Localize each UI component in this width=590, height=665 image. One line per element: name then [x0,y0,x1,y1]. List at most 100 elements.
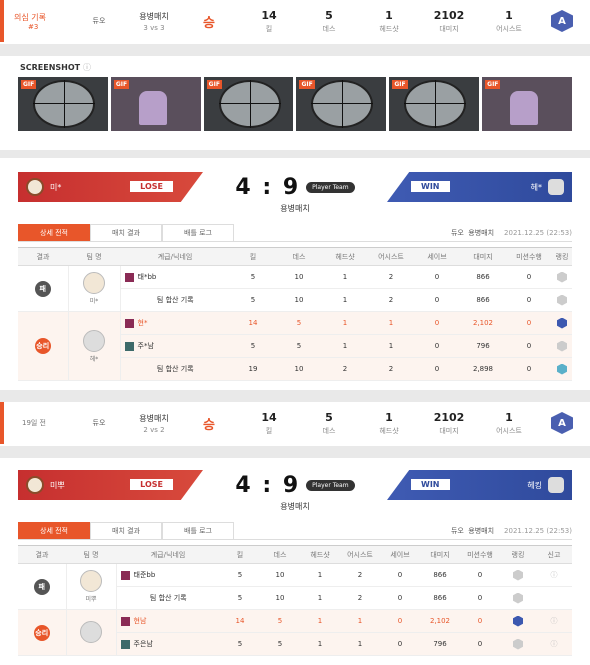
screenshot-thumb[interactable]: GIF [296,77,387,131]
player-name[interactable]: 현남 [134,617,147,625]
report-icon[interactable]: ⓘ [536,563,572,587]
rank-hex-icon [557,363,567,375]
player-name[interactable]: 주은남 [134,640,153,648]
summary-match: 용병매치 [139,11,169,21]
player-team-badge: Player Team [306,479,355,491]
table-row: 승리 헤* 현* 14 5 1 1 0 2,102 0 [18,311,572,381]
screenshot-section: SCREENSHOT ⓘ GIF GIF GIF GIF GIF GIF [0,56,590,150]
summary-time: 19일 전 [21,419,46,427]
tab-battle-log[interactable]: 배틀 로그 [162,522,234,539]
match-score: 4 : 9 [235,174,301,200]
info-icon: ⓘ [82,63,91,72]
match-table: 결과 팀 명 계급/닉네임 킬 데스 헤드샷 어시스트 세이브 대미지 미션수행 랭킹 신고 패 미뿌… [18,545,572,656]
summary-assist-label: 어시스트 [496,24,522,33]
team-left-name: 미* [50,183,62,192]
tab-battle-log[interactable]: 배틀 로그 [162,224,234,241]
summary-death: 5 [325,8,333,22]
rank-icon [124,272,134,282]
team-right-banner: WIN 헤* [387,172,572,202]
team-emblem-icon [548,179,564,195]
team-right-banner: WIN 헤킹 [387,470,572,500]
team-right-name: 헤킹 [527,481,542,490]
summary-damage: 2102 [433,410,465,424]
summary-result: 승 [203,15,215,31]
player-name[interactable]: 태*bb [138,273,157,281]
team-emblem-icon [26,178,44,196]
screenshot-thumb[interactable]: GIF [203,77,294,131]
table-header: 결과 팀 명 계급/닉네임 킬 데스 헤드샷 어시스트 세이브 대미지 미션수행 랭킹 [18,247,572,266]
tab-match-result[interactable]: 매치 결과 [90,522,162,539]
match-detail-2: 미뿌 LOSE 4 : 9 Player Team WIN 헤킹 용병매치 상세 전적… [0,458,590,665]
summary-match: 용병매치 [139,413,169,423]
match-meta: 듀오 용병매치 2021.12.25 (22:53) [450,229,572,237]
rank-badge: A [551,10,573,32]
gif-badge: GIF [299,80,315,89]
win-tag: WIN [411,479,450,490]
screenshot-label: SCREENSHOT [20,63,81,72]
summary-assist-label: 어시스트 [496,426,522,435]
tab-detail[interactable]: 상세 전적 [18,224,90,241]
summary-damage-label: 대미지 [439,426,459,435]
player-name[interactable]: 태준bb [134,571,156,579]
team-right-name: 헤* [530,183,542,192]
lose-badge: 패 [33,578,50,595]
rank-icon [120,616,130,626]
table-row: 패 미뿌 태준bb 5 10 1 2 0 866 0 ⓘ [18,563,572,610]
rank-icon [120,570,130,580]
gif-badge: GIF [485,80,501,89]
summary-damage-label: 대미지 [439,24,459,33]
summary-headshot: 1 [385,8,393,22]
rank-hex-icon [557,294,567,306]
summary-death-label: 데스 [322,426,336,435]
team-emblem-icon [80,570,102,592]
summary-vs: 3 vs 3 [143,23,165,32]
rank-badge: A [551,412,573,434]
screenshot-thumb[interactable]: GIF [389,77,480,131]
team-emblem-icon [548,477,564,493]
team-emblem-icon [83,272,105,294]
summary-vs: 2 vs 2 [143,425,165,434]
report-icon[interactable]: ⓘ [536,609,572,633]
summary-headshot: 1 [385,410,393,424]
tab-match-result[interactable]: 매치 결과 [90,224,162,241]
gif-badge: GIF [21,80,37,89]
summary-sub: #3 [28,22,39,31]
report-icon[interactable]: ⓘ [536,632,572,656]
summary-mode: 듀오 [92,419,106,427]
team-left-banner: 미* LOSE [18,172,203,202]
match-summary-top[interactable]: 의심 기록 #3 듀오 용병매치 3 vs 3 승 14 킬 5 데스 1 헤드샷 210… [0,0,590,44]
rank-hex-icon [513,615,523,627]
match-mode: 용병매치 [280,502,310,511]
player-name[interactable]: 주*남 [138,342,154,350]
win-badge: 승리 [34,338,51,354]
rank-hex-icon [513,592,523,604]
summary-damage: 2102 [433,8,465,22]
summary-headshot-label: 헤드샷 [379,426,399,435]
summary-mode: 듀오 [92,17,106,25]
summary-assist: 1 [505,8,513,22]
player-team-badge: Player Team [306,181,355,193]
summary-death-label: 데스 [322,24,336,33]
team-left-name: 미뿌 [50,481,65,490]
screenshot-thumb[interactable]: GIF [482,77,572,131]
screenshot-thumb[interactable]: GIF [18,77,108,131]
summary-kill: 14 [261,410,277,424]
rank-icon [124,341,134,351]
summary-title: 의심 기록 [14,12,46,22]
match-meta: 듀오 용병매치 2021.12.25 (22:53) [450,527,572,535]
summary-headshot-label: 헤드샷 [379,24,399,33]
screenshot-thumb[interactable]: GIF [110,77,201,131]
rank-icon [120,639,130,649]
table-row: 승리 현남 14 5 1 1 0 2,102 0 ⓘ [18,609,572,656]
rank-icon [124,318,134,328]
summary-death: 5 [325,410,333,424]
lose-tag: LOSE [130,181,173,192]
gif-badge: GIF [206,80,222,89]
rank-hex-icon [557,340,567,352]
player-name[interactable]: 현* [138,319,148,327]
table-header: 결과 팀 명 계급/닉네임 킬 데스 헤드샷 어시스트 세이브 대미지 미션수행 랭킹 신고 [18,545,572,564]
summary-assist: 1 [505,410,513,424]
tab-detail[interactable]: 상세 전적 [18,522,90,539]
team-emblem-icon [26,476,44,494]
match-summary-mid[interactable]: 19일 전 듀오 용병매치 2 vs 2 승 14 킬 5 데스 1 헤드샷 2102 대… [0,402,590,446]
